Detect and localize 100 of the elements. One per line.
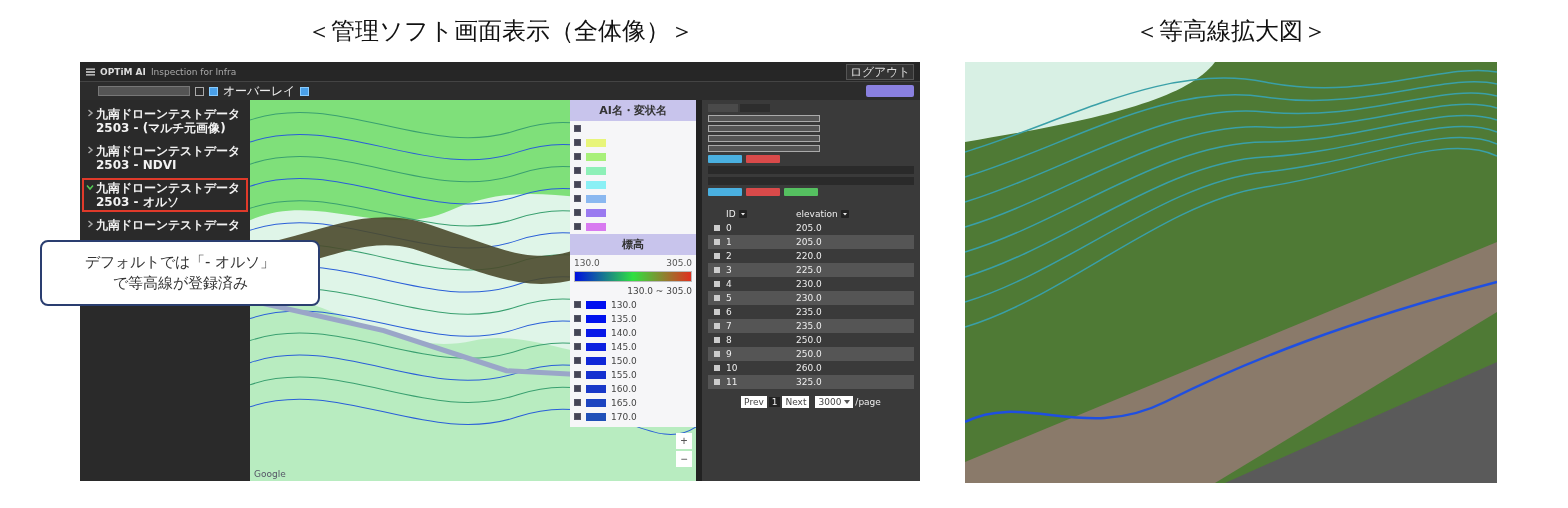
table-cell-text: 7 xyxy=(726,321,733,331)
table-cell-text: 235.0 xyxy=(796,307,823,317)
next-button[interactable]: Next xyxy=(782,396,810,408)
checkbox[interactable] xyxy=(714,337,720,343)
checkbox[interactable] xyxy=(714,267,720,273)
checkbox[interactable] xyxy=(574,385,581,392)
dataset-name: 九南ドローンテストデータ 2503 - NDVI xyxy=(96,144,240,172)
sidebar-item[interactable]: 九南ドローンテストデータ xyxy=(82,215,248,235)
action-button[interactable] xyxy=(708,155,742,163)
table-row[interactable]: 3 225.0 xyxy=(708,263,914,277)
table-cell-text: 9 xyxy=(726,349,733,359)
logout-button[interactable]: ログアウト xyxy=(846,63,914,80)
table-cell-text: 205.0 xyxy=(796,237,823,247)
checkbox[interactable] xyxy=(714,225,720,231)
table-row[interactable]: 4 230.0 xyxy=(708,277,914,291)
checkbox[interactable] xyxy=(714,351,720,357)
checkbox[interactable] xyxy=(195,86,204,96)
action-button[interactable] xyxy=(708,188,742,196)
section-title: ＜管理ソフト画面表示（全体像）＞ xyxy=(306,16,694,47)
contour-label: 160.0 xyxy=(611,383,637,394)
contour-label: 135.0 xyxy=(611,313,637,324)
checkbox-label: オーバーレイ xyxy=(223,82,295,100)
table-row[interactable]: 2 220.0 xyxy=(708,249,914,263)
checkbox[interactable] xyxy=(209,86,218,96)
table-row[interactable]: 11 325.0 xyxy=(708,375,914,389)
table-row[interactable]: 10 260.0 xyxy=(708,361,914,375)
prev-button[interactable]: Prev xyxy=(741,396,767,408)
table-cell-text: 10 xyxy=(726,363,739,373)
elevation-gradient-bar[interactable] xyxy=(574,271,692,282)
checkbox[interactable] xyxy=(574,343,581,350)
table-cell-text: 250.0 xyxy=(796,349,823,359)
table-cell-text: 8 xyxy=(726,335,733,345)
table-cell-text: 250.0 xyxy=(796,335,823,345)
brand-name: OPTiM AI xyxy=(100,66,146,77)
dropdown-icon[interactable] xyxy=(840,210,849,218)
checkbox[interactable] xyxy=(574,357,581,364)
dataset-name: 九南ドローンテストデータ 2503 - (マルチ元画像) xyxy=(96,107,240,135)
checkbox[interactable] xyxy=(574,413,581,420)
table-cell-text: 5 xyxy=(726,293,733,303)
page-size-select[interactable]: 3000 xyxy=(815,396,854,408)
contour-label: 170.0 xyxy=(611,411,637,422)
checkbox[interactable] xyxy=(714,281,720,287)
callout-text: デフォルトでは「- オルソ」 で等高線が登録済み xyxy=(84,252,276,294)
checkbox[interactable] xyxy=(574,315,581,322)
type-select[interactable] xyxy=(98,86,190,96)
table-cell-text: 2 xyxy=(726,251,733,261)
column-header[interactable]: ID xyxy=(726,209,736,219)
file-select[interactable] xyxy=(708,115,820,122)
checkbox[interactable] xyxy=(714,253,720,259)
sidebar-item[interactable]: 九南ドローンテストデータ 2503 - (マルチ元画像) xyxy=(82,104,248,138)
file-select[interactable] xyxy=(708,135,820,142)
file-select[interactable] xyxy=(708,145,820,152)
zoom-out-button[interactable]: − xyxy=(676,451,692,467)
dropdown-icon[interactable] xyxy=(738,210,747,218)
checkbox[interactable] xyxy=(574,125,581,132)
action-button[interactable] xyxy=(746,188,780,196)
menu-icon[interactable] xyxy=(86,67,95,76)
checkbox[interactable] xyxy=(714,295,720,301)
column-header[interactable]: elevation xyxy=(796,209,838,219)
table-cell-text: 230.0 xyxy=(796,293,823,303)
checkbox[interactable] xyxy=(714,323,720,329)
checkbox[interactable] xyxy=(574,329,581,336)
checkbox[interactable] xyxy=(574,167,581,174)
table-row[interactable]: 9 250.0 xyxy=(708,347,914,361)
checkbox[interactable] xyxy=(574,223,581,230)
checkbox[interactable] xyxy=(714,365,720,371)
table-row[interactable]: 6 235.0 xyxy=(708,305,914,319)
checkbox[interactable] xyxy=(714,239,720,245)
checkbox[interactable] xyxy=(574,371,581,378)
table-row[interactable]: 5 230.0 xyxy=(708,291,914,305)
checkbox[interactable] xyxy=(574,195,581,202)
contour-label: 150.0 xyxy=(611,355,637,366)
caret-icon[interactable] xyxy=(844,400,851,404)
table-cell-text: 1 xyxy=(726,237,733,247)
table-cell-text: 11 xyxy=(726,377,739,387)
table-row[interactable]: 1 205.0 xyxy=(708,235,914,249)
checkbox[interactable] xyxy=(574,301,581,308)
contour-label: 145.0 xyxy=(611,341,637,352)
checkbox[interactable] xyxy=(714,379,720,385)
table-row[interactable]: 8 250.0 xyxy=(708,333,914,347)
sidebar-item[interactable]: 九南ドローンテストデータ 2503 - NDVI xyxy=(82,141,248,175)
table-row[interactable]: 7 235.0 xyxy=(708,319,914,333)
checkbox[interactable] xyxy=(574,181,581,188)
checkbox[interactable] xyxy=(714,309,720,315)
checkbox[interactable] xyxy=(300,86,309,96)
contour-label: 130.0 xyxy=(611,299,637,310)
table-cell-text: 6 xyxy=(726,307,733,317)
checkbox[interactable] xyxy=(574,153,581,160)
action-button[interactable] xyxy=(784,188,818,196)
action-button[interactable] xyxy=(866,85,914,97)
sidebar-item[interactable]: 九南ドローンテストデータ 2503 - オルソ xyxy=(82,178,248,212)
checkbox[interactable] xyxy=(574,209,581,216)
dataset-name: 九南ドローンテストデータ xyxy=(96,218,240,232)
file-select[interactable] xyxy=(708,125,820,132)
checkbox[interactable] xyxy=(574,139,581,146)
checkbox[interactable] xyxy=(574,399,581,406)
zoom-in-button[interactable]: + xyxy=(676,433,692,449)
table-cell-text: 260.0 xyxy=(796,363,823,373)
table-row[interactable]: 0 205.0 xyxy=(708,221,914,235)
table-cell-text: 225.0 xyxy=(796,265,823,275)
